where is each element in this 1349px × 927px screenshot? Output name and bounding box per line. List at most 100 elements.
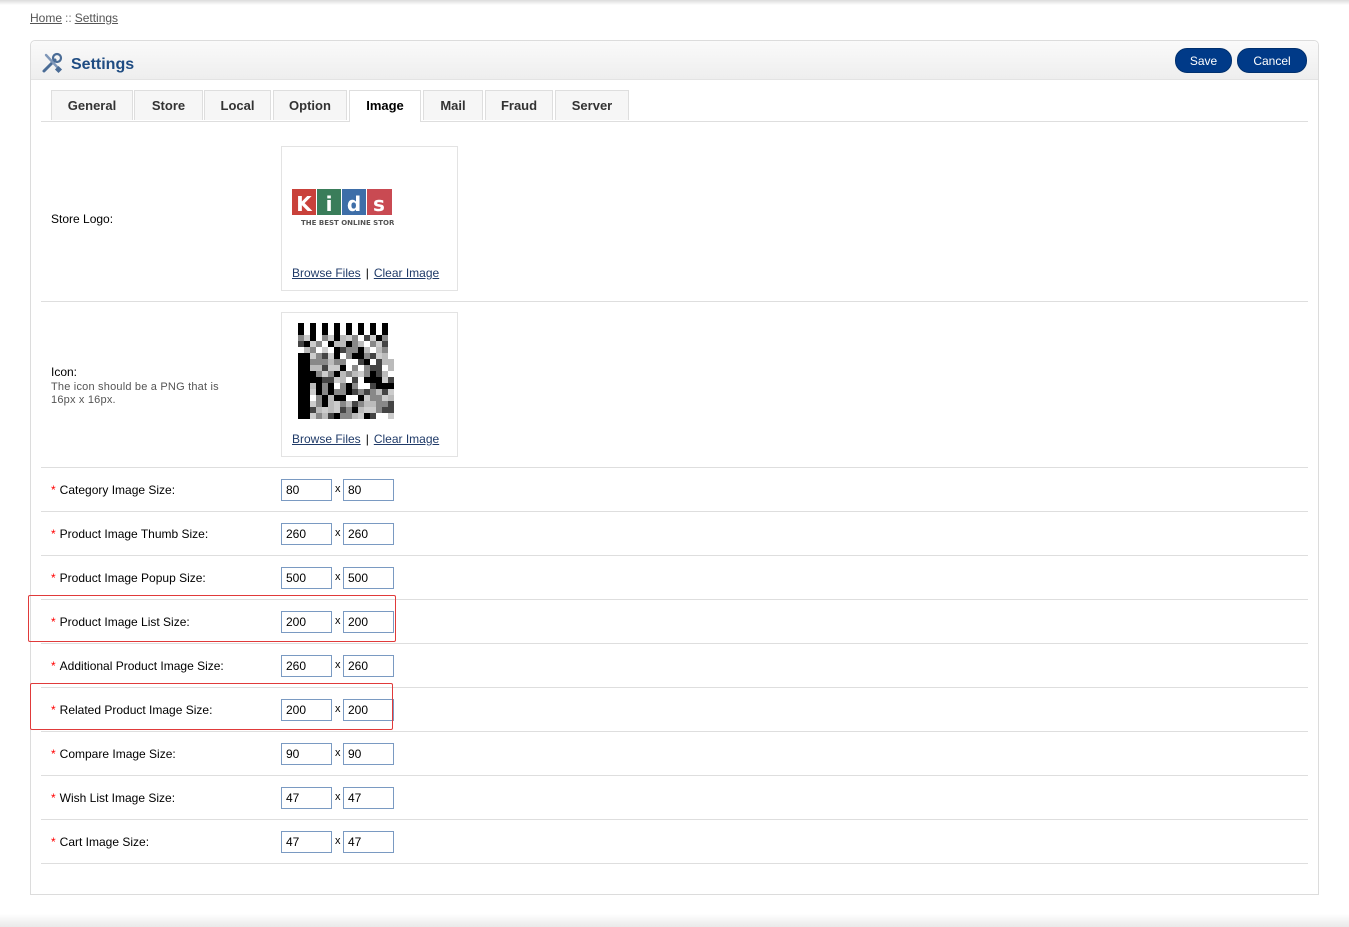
wrench-screwdriver-icon	[41, 52, 63, 77]
field-label: * Product Image Thumb Size:	[51, 527, 208, 541]
icon-clear-link[interactable]: Clear Image	[374, 432, 439, 446]
size-row-category: *Category Image Size: x	[41, 468, 1308, 512]
wishlist-height-input[interactable]	[343, 787, 394, 809]
category-height-input[interactable]	[343, 479, 394, 501]
required-asterisk: *	[51, 747, 56, 761]
logo-tagline: THE BEST ONLINE STORE	[301, 219, 394, 227]
compare-height-input[interactable]	[343, 743, 394, 765]
dimension-separator: x	[335, 571, 341, 583]
required-asterisk: *	[51, 527, 56, 541]
dimension-separator: x	[335, 791, 341, 803]
required-asterisk: *	[51, 703, 56, 717]
tab-server[interactable]: Server	[555, 90, 629, 120]
size-row-wishlist: *Wish List Image Size: x	[41, 776, 1308, 820]
bottom-shade	[0, 914, 1349, 927]
cart-height-input[interactable]	[343, 831, 394, 853]
wishlist-image-size-label: Wish List Image Size:	[59, 791, 176, 805]
link-divider: |	[365, 432, 369, 446]
top-shade	[0, 0, 1349, 5]
breadcrumb-separator: ::	[65, 11, 72, 25]
store-logo-clear-link[interactable]: Clear Image	[374, 266, 439, 280]
breadcrumb-home-link[interactable]: Home	[30, 11, 62, 25]
related-image-size-label: Related Product Image Size:	[59, 703, 213, 717]
field-label: * Product Image Popup Size:	[51, 571, 206, 585]
tab-local[interactable]: Local	[204, 90, 271, 120]
breadcrumb-settings-link[interactable]: Settings	[75, 11, 118, 25]
tab-fraud[interactable]: Fraud	[485, 90, 553, 120]
field-label: * Related Product Image Size:	[51, 703, 212, 717]
icon-label: Icon:	[51, 365, 78, 379]
panel-heading: Settings Save Cancel	[31, 41, 1318, 80]
required-asterisk: *	[51, 835, 56, 849]
store-logo-image: K i d s THE BEST ONLINE STORE	[292, 187, 399, 232]
product-thumb-width-input[interactable]	[281, 523, 332, 545]
required-asterisk: *	[51, 615, 56, 629]
logo-letter-s: s	[373, 192, 385, 216]
cancel-button[interactable]: Cancel	[1237, 48, 1307, 73]
size-row-compare: *Compare Image Size: x	[41, 732, 1308, 776]
size-row-product-thumb: *Product Image Thumb Size: x	[41, 512, 1308, 556]
cart-width-input[interactable]	[281, 831, 332, 853]
additional-image-size-label: Additional Product Image Size:	[59, 659, 224, 673]
additional-width-input[interactable]	[281, 655, 332, 677]
tab-general[interactable]: General	[51, 90, 133, 120]
store-logo-label: Store Logo:	[51, 212, 114, 226]
size-row-cart: *Cart Image Size: x	[41, 820, 1308, 864]
store-logo-preview: K i d s THE BEST ONLINE STORE Browse Fil…	[281, 146, 458, 291]
store-logo-browse-link[interactable]: Browse Files	[292, 266, 361, 280]
store-logo-actions: Browse Files | Clear Image	[292, 266, 439, 280]
product-list-width-input[interactable]	[281, 611, 332, 633]
size-row-related: *Related Product Image Size: x	[41, 688, 1308, 732]
dimension-separator: x	[335, 703, 341, 715]
field-label: * Wish List Image Size:	[51, 791, 175, 805]
icon-preview: Browse Files | Clear Image	[281, 312, 458, 457]
product-popup-width-input[interactable]	[281, 567, 332, 589]
field-label: * Product Image List Size:	[51, 615, 190, 629]
category-width-input[interactable]	[281, 479, 332, 501]
wishlist-width-input[interactable]	[281, 787, 332, 809]
required-asterisk: *	[51, 571, 56, 585]
dimension-separator: x	[335, 527, 341, 539]
product-popup-size-label: Product Image Popup Size:	[59, 571, 206, 585]
logo-letter-d: d	[347, 192, 361, 216]
field-label: * Additional Product Image Size:	[51, 659, 224, 673]
tab-bar: General Store Local Option Image Mail Fr…	[41, 90, 1308, 122]
compare-image-size-label: Compare Image Size:	[59, 747, 176, 761]
related-height-input[interactable]	[343, 699, 394, 721]
logo-letter-i: i	[326, 192, 333, 216]
required-asterisk: *	[51, 791, 56, 805]
product-list-size-label: Product Image List Size:	[59, 615, 190, 629]
category-image-size-label: Category Image Size:	[59, 483, 176, 497]
product-thumb-height-input[interactable]	[343, 523, 394, 545]
additional-height-input[interactable]	[343, 655, 394, 677]
size-row-product-list: *Product Image List Size: x	[41, 600, 1308, 644]
tab-store[interactable]: Store	[134, 90, 203, 120]
save-button[interactable]: Save	[1175, 48, 1232, 73]
product-list-height-input[interactable]	[343, 611, 394, 633]
icon-actions: Browse Files | Clear Image	[292, 432, 439, 446]
icon-label-group: Icon: The icon should be a PNG that is 1…	[51, 365, 241, 407]
icon-image	[298, 323, 394, 426]
store-logo-row: Store Logo: K i d s THE BEST ONLINE STOR…	[41, 122, 1308, 302]
breadcrumb: Home:: Settings	[30, 11, 118, 25]
page-title: Settings	[71, 55, 135, 73]
dimension-separator: x	[335, 747, 341, 759]
product-thumb-size-label: Product Image Thumb Size:	[59, 527, 209, 541]
compare-width-input[interactable]	[281, 743, 332, 765]
field-label: * Category Image Size:	[51, 483, 175, 497]
tab-option[interactable]: Option	[273, 90, 347, 120]
required-asterisk: *	[51, 483, 56, 497]
field-label: * Compare Image Size:	[51, 747, 176, 761]
dimension-separator: x	[335, 659, 341, 671]
field-label: * Cart Image Size:	[51, 835, 149, 849]
size-row-product-popup: *Product Image Popup Size: x	[41, 556, 1308, 600]
tab-image[interactable]: Image	[349, 90, 421, 122]
product-popup-height-input[interactable]	[343, 567, 394, 589]
settings-panel: Settings Save Cancel General Store Local…	[30, 40, 1319, 895]
icon-browse-link[interactable]: Browse Files	[292, 432, 361, 446]
icon-help-text: The icon should be a PNG that is 16px x …	[51, 381, 219, 406]
dimension-separator: x	[335, 835, 341, 847]
related-width-input[interactable]	[281, 699, 332, 721]
cart-image-size-label: Cart Image Size:	[59, 835, 150, 849]
tab-mail[interactable]: Mail	[423, 90, 483, 120]
